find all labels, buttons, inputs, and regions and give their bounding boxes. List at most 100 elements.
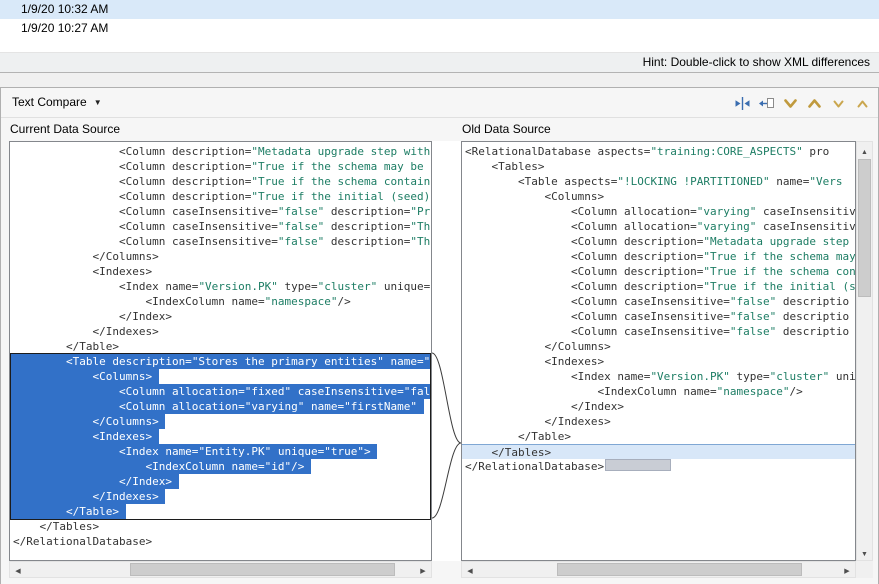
xml-attribute-value: "True if the schema may be <box>251 160 430 173</box>
compare-toolbar: Text Compare▼ <box>1 88 878 118</box>
code-line[interactable]: <Column allocation="fixed" caseInsensiti… <box>10 384 430 399</box>
empty-change-placeholder <box>605 459 671 471</box>
left-horizontal-scrollbar[interactable]: ◀ ▶ <box>9 561 432 578</box>
code-line[interactable]: <Column description="Metadata upgrade st… <box>465 234 855 249</box>
xml-markup: </Columns> <box>13 250 159 263</box>
xml-markup: </Index> <box>13 310 172 323</box>
xml-attribute-value: "cluster" <box>770 370 830 383</box>
vertical-scrollbar[interactable]: ▲ ▼ <box>856 141 873 561</box>
xml-markup: descriptio <box>776 310 849 323</box>
xml-attribute-value: "firstName" <box>344 400 417 413</box>
compare-mode-dropdown[interactable]: Text Compare▼ <box>12 95 102 109</box>
xml-markup: uni <box>829 370 856 383</box>
code-line[interactable]: <Column caseInsensitive="false" descript… <box>465 324 855 339</box>
code-line[interactable]: <Tables> <box>465 159 855 174</box>
copy-current-change-button[interactable] <box>754 92 778 114</box>
xml-attribute-value: "Entity.PK" <box>198 445 271 458</box>
code-line[interactable]: <Indexes> <box>10 429 159 444</box>
code-line[interactable]: </Columns> <box>13 249 431 264</box>
code-line[interactable]: <IndexColumn name="namespace"/> <box>13 294 431 309</box>
code-line[interactable]: <Column description="Metadata upgrade st… <box>13 144 431 159</box>
code-line[interactable]: </RelationalDatabase> <box>465 459 855 474</box>
scroll-down-arrow[interactable]: ▼ <box>857 544 872 560</box>
horizontal-scroll-thumb[interactable] <box>130 563 395 576</box>
code-line[interactable]: <Column caseInsensitive="false" descript… <box>13 219 431 234</box>
compare-window: 1/9/20 10:32 AM 1/9/20 10:27 AM Hint: Do… <box>0 0 879 584</box>
code-line[interactable]: <RelationalDatabase aspects="training:CO… <box>465 144 855 159</box>
code-line[interactable]: <Column caseInsensitive="false" descript… <box>13 204 431 219</box>
current-source-editor[interactable]: <Column description="Metadata upgrade st… <box>9 141 432 561</box>
xml-attribute-value: "!LOCKING !PARTITIONED" <box>617 175 769 188</box>
code-line[interactable]: <Column description="True if the schema … <box>465 264 855 279</box>
scroll-up-arrow[interactable]: ▲ <box>857 142 872 158</box>
xml-markup: </RelationalDatabase> <box>13 535 152 548</box>
previous-difference-icon <box>806 95 823 112</box>
code-line[interactable]: </Columns> <box>10 414 165 429</box>
xml-markup: description= <box>324 235 410 248</box>
scroll-left-arrow[interactable]: ◀ <box>462 562 478 577</box>
code-line[interactable]: <Index name="Version.PK" type="cluster" … <box>465 369 855 384</box>
xml-markup: <Column description= <box>13 145 251 158</box>
code-line[interactable]: </RelationalDatabase> <box>13 534 431 549</box>
scroll-right-arrow[interactable]: ▶ <box>415 562 431 577</box>
code-lines: <Column description="Metadata upgrade st… <box>10 142 431 560</box>
code-line[interactable]: <Columns> <box>465 189 855 204</box>
code-line[interactable]: </Tables> <box>13 519 431 534</box>
next-difference-button[interactable] <box>778 92 802 114</box>
code-line[interactable]: <Column allocation="varying" caseInsensi… <box>465 204 855 219</box>
code-line[interactable]: </Tables> <box>462 444 855 459</box>
code-line[interactable]: <Table description="Stores the primary e… <box>10 354 430 369</box>
code-line[interactable]: <Column description="True if the schema … <box>465 249 855 264</box>
code-line[interactable]: <Column description="True if the initial… <box>13 189 431 204</box>
xml-markup: </Tables> <box>13 520 99 533</box>
code-line[interactable]: </Indexes> <box>13 324 431 339</box>
scroll-left-arrow[interactable]: ◀ <box>10 562 26 577</box>
code-line[interactable]: <Column allocation="varying" name="first… <box>10 399 424 414</box>
xml-markup: > <box>364 445 377 458</box>
code-line[interactable]: </Table> <box>10 504 126 519</box>
previous-change-button[interactable] <box>850 92 874 114</box>
code-line[interactable]: <Column caseInsensitive="false" descript… <box>13 234 431 249</box>
xml-markup: <Index name= <box>465 370 650 383</box>
code-line[interactable]: </Index> <box>465 399 855 414</box>
scrollbar-corner <box>856 561 873 578</box>
swap-sides-button[interactable] <box>730 92 754 114</box>
code-line[interactable]: <Indexes> <box>13 264 431 279</box>
code-line[interactable]: </Table> <box>465 429 855 444</box>
xml-attribute-value: "training:CORE_ASPECTS" <box>650 145 802 158</box>
code-line[interactable]: <IndexColumn name="namespace"/> <box>465 384 855 399</box>
code-line[interactable]: <Table aspects="!LOCKING !PARTITIONED" n… <box>465 174 855 189</box>
code-line[interactable]: <Column description="True if the schema … <box>13 174 431 189</box>
xml-markup: </Table> <box>465 430 571 443</box>
code-line[interactable]: <Index name="Version.PK" type="cluster" … <box>13 279 431 294</box>
code-line[interactable]: </Columns> <box>465 339 855 354</box>
old-source-editor[interactable]: <RelationalDatabase aspects="training:CO… <box>461 141 856 561</box>
code-line[interactable]: <Column caseInsensitive="false" descript… <box>465 294 855 309</box>
code-line[interactable]: </Index> <box>10 474 179 489</box>
vertical-scroll-thumb[interactable] <box>858 159 871 297</box>
xml-markup: type= <box>730 370 770 383</box>
code-line[interactable]: </Table> <box>13 339 431 354</box>
history-row[interactable]: 1/9/20 10:32 AM <box>0 0 879 19</box>
code-line[interactable]: </Indexes> <box>465 414 855 429</box>
history-row[interactable]: 1/9/20 10:27 AM <box>0 19 879 38</box>
code-line[interactable]: <Index name="Entity.PK" unique="true"> <box>10 444 377 459</box>
code-line[interactable]: <Column description="True if the initial… <box>465 279 855 294</box>
xml-attribute-value: "True if the initial (seed) <box>251 190 430 203</box>
next-change-button[interactable] <box>826 92 850 114</box>
xml-attribute-value: "varying" <box>697 220 757 233</box>
previous-difference-button[interactable] <box>802 92 826 114</box>
code-line[interactable]: <Column caseInsensitive="false" descript… <box>465 309 855 324</box>
code-line[interactable]: <Column allocation="varying" caseInsensi… <box>465 219 855 234</box>
code-line[interactable]: <Columns> <box>10 369 159 384</box>
code-line[interactable]: <Column description="True if the schema … <box>13 159 431 174</box>
xml-attribute-value: "true" <box>324 445 364 458</box>
horizontal-scroll-thumb[interactable] <box>557 563 802 576</box>
code-line[interactable]: </Index> <box>13 309 431 324</box>
code-line[interactable]: <Indexes> <box>465 354 855 369</box>
code-line[interactable]: </Indexes> <box>10 489 165 504</box>
right-horizontal-scrollbar[interactable]: ◀ ▶ <box>461 561 856 578</box>
xml-markup: unique= <box>271 445 324 458</box>
code-line[interactable]: <IndexColumn name="id"/> <box>10 459 311 474</box>
scroll-right-arrow[interactable]: ▶ <box>839 562 855 577</box>
